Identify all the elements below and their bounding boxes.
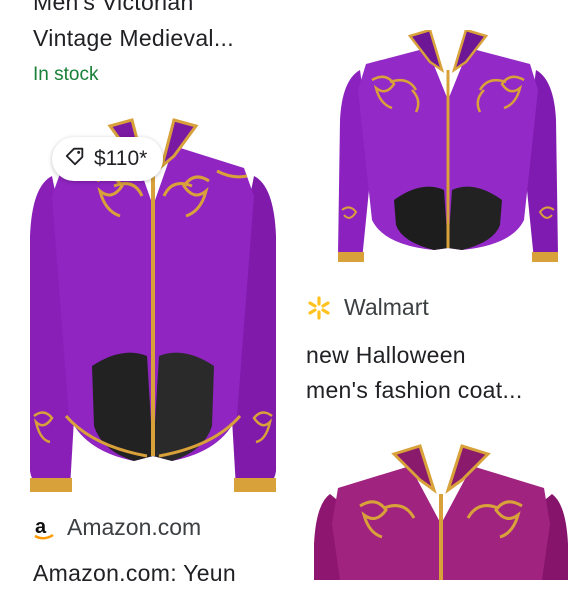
product-title-line2[interactable]: men's fashion coat... [306, 374, 523, 406]
source-walmart[interactable]: Walmart [306, 294, 429, 321]
svg-text:a: a [35, 516, 47, 538]
walmart-spark-icon [306, 295, 332, 321]
right-column: Walmart new Halloween men's fashion coat… [290, 0, 580, 580]
amazon-logo-icon: a [33, 515, 55, 541]
price-badge: $110* [52, 137, 164, 181]
price-value: $110* [94, 147, 148, 170]
product-title-line2[interactable]: Vintage Medieval... [33, 22, 234, 54]
source-label: Amazon.com [67, 514, 202, 540]
product-title-line1[interactable]: new Halloween [306, 339, 466, 371]
source-label: Walmart [344, 294, 429, 320]
product-image-jacket-magenta[interactable] [310, 444, 572, 580]
product-title-line1[interactable]: Men's Victorian [33, 0, 194, 18]
source-amazon[interactable]: a Amazon.com [33, 514, 201, 541]
stock-status: In stock [33, 64, 99, 85]
left-column: Men's Victorian Vintage Medieval... In s… [0, 0, 290, 586]
product-title-amazon[interactable]: Amazon.com: Yeun [33, 557, 236, 589]
price-tag-icon [64, 145, 86, 173]
product-image-jacket-violet[interactable] [332, 30, 564, 270]
